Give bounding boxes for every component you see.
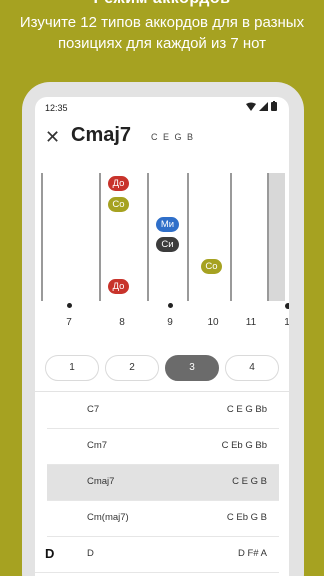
chord-name: D (87, 548, 94, 559)
note-label: Со (205, 261, 218, 272)
chord-row-box: Cm7 C Eb G Bb (47, 429, 279, 465)
note-so[interactable]: Со (108, 197, 129, 212)
chord-notes: D F# A (237, 548, 267, 559)
app-screen: 12:35 ✕ Cmaj7 C E G B До Со Ми Си Со До … (35, 97, 289, 576)
promo-line-2: позициях для каждой из 7 нот (57, 35, 267, 52)
fret-number: 11 (245, 317, 257, 328)
note-si[interactable]: Си (156, 237, 179, 252)
note-label: Ми (160, 219, 175, 230)
chord-notes: C E G Bb (226, 404, 267, 415)
fret-marker-dot (285, 303, 289, 309)
fretboard[interactable]: До Со Ми Си Со До (35, 173, 289, 301)
fret-marker-dot (67, 303, 72, 308)
fret-number: 1 (284, 317, 289, 328)
position-selector: 1 2 3 4 (45, 355, 279, 381)
chord-name: Cm(maj7) (87, 512, 129, 523)
fret-number: 8 (119, 317, 125, 328)
chord-name: Cm7 (87, 440, 108, 451)
battery-icon (271, 101, 277, 111)
note-mi[interactable]: Ми (156, 217, 179, 232)
note-label: До (112, 281, 125, 292)
fret-line (230, 173, 232, 301)
note-label: Со (112, 199, 125, 210)
fret-numbers: 7 8 9 10 11 1 (35, 303, 289, 333)
fret-number: 10 (207, 317, 219, 328)
position-button-1[interactable]: 1 (45, 355, 99, 381)
chord-name: C7 (87, 404, 100, 415)
fret-nut (269, 173, 285, 301)
chord-row[interactable]: D D D F# A (35, 537, 289, 573)
note-do[interactable]: До (108, 279, 129, 294)
chord-notes: C Eb G Bb (221, 440, 267, 451)
fret-line (147, 173, 149, 301)
chord-header: ✕ Cmaj7 C E G B (35, 119, 289, 169)
chord-row-selected[interactable]: Cmaj7 C E G B (35, 465, 289, 501)
promo-line-1: Изучите 12 типов аккордов для в разных (19, 14, 305, 31)
chord-group-letter: D (45, 546, 55, 561)
chord-name: Cmaj7 (87, 476, 115, 487)
fret-number: 7 (66, 317, 72, 328)
note-label: До (112, 178, 125, 189)
fret-line (99, 173, 101, 301)
fret-number: 9 (167, 317, 173, 328)
chord-row-box: Cm(maj7) C Eb G B (47, 501, 279, 537)
chord-row[interactable]: Cm(maj7) C Eb G B (35, 501, 289, 537)
chord-title: Cmaj7 (71, 124, 132, 146)
chord-notes: C Eb G B (226, 512, 267, 523)
note-label: Си (161, 239, 174, 250)
chord-row-box: D D D F# A (35, 537, 279, 573)
divider (35, 391, 289, 392)
close-icon[interactable]: ✕ (45, 127, 60, 148)
chord-notes: C E G B (151, 132, 195, 142)
fret-line (187, 173, 189, 301)
chord-row[interactable]: C7 C E G Bb (35, 393, 289, 429)
promo-title: Режим аккордов (0, 0, 324, 8)
status-icons (246, 101, 277, 111)
wifi-icon (246, 102, 256, 111)
signal-icon (259, 101, 268, 111)
chord-row[interactable]: Cm7 C Eb G Bb (35, 429, 289, 465)
status-bar: 12:35 (35, 97, 289, 119)
status-time: 12:35 (45, 103, 68, 113)
position-button-4[interactable]: 4 (225, 355, 279, 381)
note-so[interactable]: Со (201, 259, 222, 274)
fret-line (41, 173, 43, 301)
promo-text: Изучите 12 типов аккордов для в разных п… (0, 12, 324, 54)
chord-row-box: C7 C E G Bb (47, 393, 279, 429)
note-do[interactable]: До (108, 176, 129, 191)
position-button-3[interactable]: 3 (165, 355, 219, 381)
position-button-2[interactable]: 2 (105, 355, 159, 381)
chord-notes: C E G B (232, 476, 267, 487)
fret-marker-dot (168, 303, 173, 308)
chord-row-box: Cmaj7 C E G B (47, 465, 279, 501)
